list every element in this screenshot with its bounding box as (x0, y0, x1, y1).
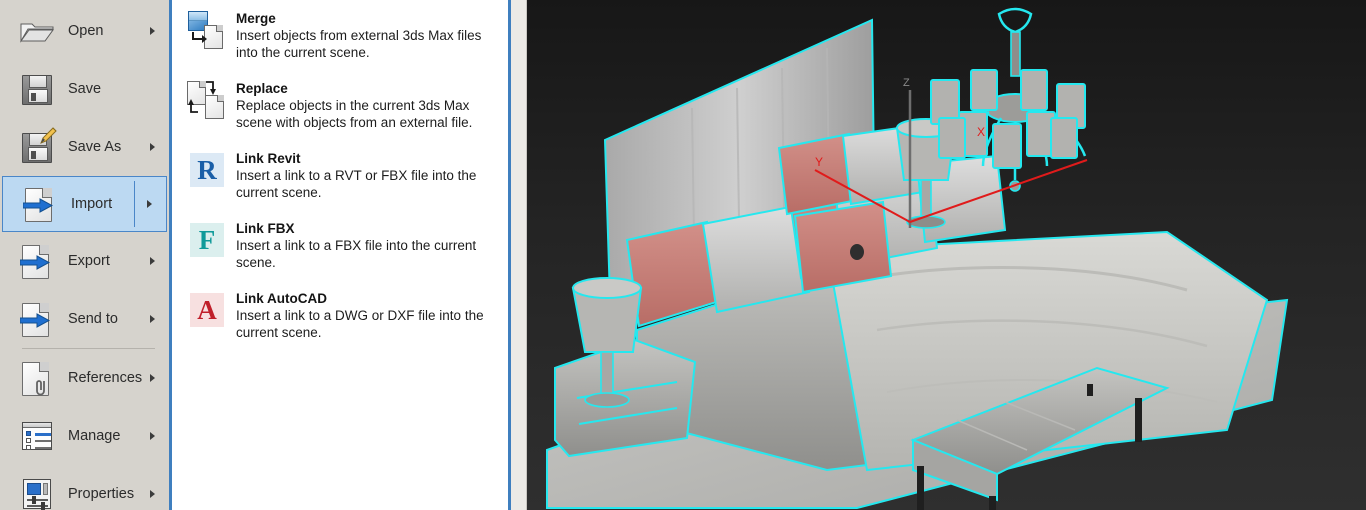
revit-r-icon: R (186, 149, 228, 191)
submenu-item-description: Insert a link to a RVT or FBX file into … (236, 168, 477, 200)
sidebar-item-export[interactable]: Export (0, 232, 169, 290)
chevron-right-icon (150, 315, 155, 323)
export-icon (18, 241, 56, 281)
manage-icon (18, 416, 56, 456)
submenu-item-merge[interactable]: Merge Insert objects from external 3ds Ma… (172, 0, 508, 70)
submenu-item-link-revit[interactable]: R Link Revit Insert a link to a RVT or FBX… (172, 140, 508, 210)
submenu-item-description: Insert a link to a FBX file into the cur… (236, 238, 477, 270)
submenu-item-description: Insert objects from external 3ds Max fil… (236, 28, 482, 60)
open-folder-icon (18, 11, 56, 51)
axis-label-x: X (977, 125, 985, 139)
menu-separator (134, 181, 135, 227)
chevron-right-icon (150, 490, 155, 498)
submenu-item-title: Link FBX (236, 221, 295, 236)
scene-render[interactable]: Z X Y (527, 0, 1365, 510)
sidebar-item-properties[interactable]: Properties (0, 465, 169, 510)
submenu-item-title: Replace (236, 81, 288, 96)
fbx-f-icon: F (186, 219, 228, 261)
save-as-icon (18, 127, 57, 167)
sidebar-item-label: Send to (68, 310, 118, 327)
sidebar-item-manage[interactable]: Manage (0, 407, 169, 465)
sidebar-item-label: Export (68, 252, 110, 269)
sidebar-item-label: Save As (68, 138, 122, 155)
references-icon (18, 358, 56, 398)
submenu-item-title: Link Revit (236, 151, 301, 166)
application-menu-sidebar: Open Save Save As Import Export Send to Refere… (0, 0, 172, 510)
viewport-left-gutter (511, 0, 527, 510)
submenu-item-link-autocad[interactable]: A Link AutoCAD Insert a link to a DWG or D… (172, 280, 508, 350)
sidebar-item-open[interactable]: Open (0, 2, 169, 60)
chevron-right-icon (147, 200, 152, 208)
chevron-right-icon (150, 27, 155, 35)
autocad-a-icon: A (186, 289, 228, 331)
chevron-right-icon (150, 257, 155, 265)
submenu-item-description: Replace objects in the current 3ds Max s… (236, 98, 473, 130)
sidebar-item-label: Properties (68, 485, 135, 502)
chevron-right-icon (150, 143, 155, 151)
axis-label-z: Z (903, 77, 910, 89)
send-to-icon (18, 299, 56, 339)
replace-icon (186, 79, 228, 121)
merge-icon (186, 9, 228, 51)
chevron-right-icon (150, 432, 155, 440)
chevron-right-icon (150, 374, 155, 382)
viewport[interactable]: Z X Y (511, 0, 1366, 510)
import-submenu-panel: Merge Insert objects from external 3ds Ma… (172, 0, 511, 510)
import-icon (21, 184, 59, 224)
submenu-item-description: Insert a link to a DWG or DXF file into … (236, 308, 484, 340)
sidebar-item-references[interactable]: References (0, 349, 169, 407)
sidebar-item-save[interactable]: Save (0, 60, 169, 118)
sidebar-item-label: Import (71, 195, 113, 212)
sidebar-item-label: References (68, 369, 143, 386)
sidebar-item-import[interactable]: Import (2, 176, 167, 232)
axis-label-y: Y (815, 155, 823, 169)
submenu-item-link-fbx[interactable]: F Link FBX Insert a link to a FBX file int… (172, 210, 508, 280)
floppy-disk-icon (18, 69, 56, 109)
sidebar-item-label: Save (68, 80, 102, 97)
properties-icon (18, 474, 56, 510)
sidebar-item-label: Manage (68, 427, 121, 444)
application-menu-window: Open Save Save As Import Export Send to Refere… (0, 0, 1366, 510)
submenu-item-replace[interactable]: Replace Replace objects in the current 3d… (172, 70, 508, 140)
sidebar-item-save-as[interactable]: Save As (0, 118, 169, 176)
sidebar-item-send-to[interactable]: Send to (0, 290, 169, 348)
submenu-item-title: Link AutoCAD (236, 291, 327, 306)
sidebar-item-label: Open (68, 22, 104, 39)
submenu-item-title: Merge (236, 11, 276, 26)
